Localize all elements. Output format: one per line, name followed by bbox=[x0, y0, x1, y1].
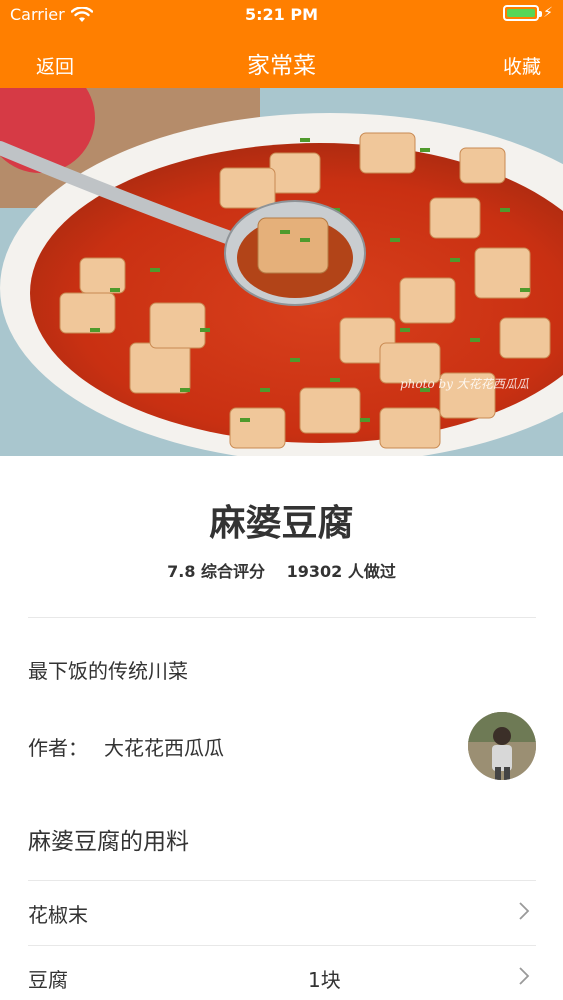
mapo-tofu-illustration: photo by 大花花西瓜瓜 bbox=[0, 88, 563, 456]
nav-bar: 返回 家常菜 收藏 bbox=[0, 38, 563, 86]
recipe-tagline: 最下饭的传统川菜 bbox=[28, 659, 188, 683]
avatar-image bbox=[468, 712, 536, 780]
ingredient-name: 豆腐 bbox=[28, 968, 68, 992]
page-title: 家常菜 bbox=[247, 53, 316, 79]
favorite-button[interactable]: 收藏 bbox=[503, 52, 541, 79]
recipe-stats: 7.8 综合评分 19302 人做过 bbox=[0, 558, 563, 582]
battery-indicator: ⚡ bbox=[503, 5, 553, 21]
photo-watermark: photo by 大花花西瓜瓜 bbox=[400, 377, 530, 391]
recipe-photo: photo by 大花花西瓜瓜 bbox=[0, 88, 563, 456]
ingredient-row[interactable]: 花椒末 bbox=[28, 880, 536, 944]
ingredient-amount: 1块 bbox=[308, 968, 341, 992]
status-bar: Carrier 5:21 PM ⚡ bbox=[0, 0, 563, 30]
rating-label: 综合评分 bbox=[201, 562, 266, 581]
ingredients-title: 麻婆豆腐的用料 bbox=[28, 829, 189, 855]
chevron-right-icon bbox=[519, 967, 530, 985]
author-row[interactable]: 作者： 大花花西瓜瓜 bbox=[28, 710, 536, 780]
chevron-right-icon bbox=[519, 902, 530, 920]
ingredient-row[interactable]: 豆腐 1块 bbox=[28, 945, 536, 1000]
recipe-name: 麻婆豆腐 bbox=[209, 503, 354, 544]
made-count-block: 19302 人做过 bbox=[287, 562, 396, 581]
author-label: 作者： bbox=[28, 736, 88, 760]
ingredient-name: 花椒末 bbox=[28, 903, 88, 927]
battery-icon bbox=[503, 5, 543, 21]
status-time: 5:21 PM bbox=[244, 5, 318, 24]
made-count-label: 人做过 bbox=[347, 562, 396, 581]
divider bbox=[28, 617, 536, 618]
author-avatar[interactable] bbox=[468, 712, 536, 780]
charging-bolt-icon: ⚡ bbox=[543, 5, 553, 21]
rating-value: 7.8 bbox=[167, 562, 196, 581]
made-count-value: 19302 bbox=[286, 562, 343, 581]
rating-block: 7.8 综合评分 bbox=[167, 562, 265, 581]
header: Carrier 5:21 PM ⚡ 返回 家常菜 收藏 bbox=[0, 0, 563, 88]
author-name: 大花花西瓜瓜 bbox=[104, 736, 224, 760]
